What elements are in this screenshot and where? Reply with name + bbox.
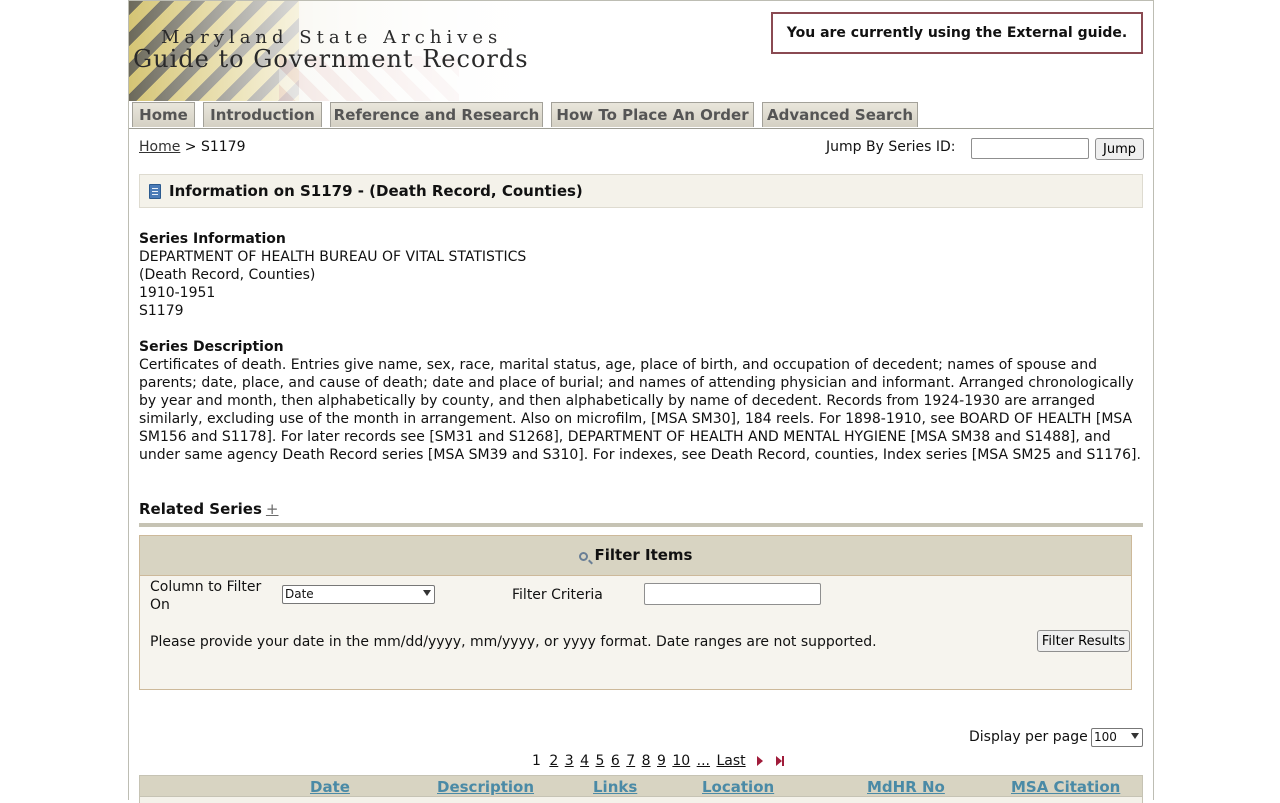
page-container: Maryland State Archives Guide to Governm… [128, 0, 1154, 803]
page-link-7[interactable]: 7 [626, 753, 635, 769]
page-link-3[interactable]: 3 [565, 753, 574, 769]
series-section: Series Information DEPARTMENT OF HEALTH … [139, 230, 1145, 464]
chevron-down-icon [423, 590, 431, 596]
page-last-link[interactable]: Last [716, 753, 745, 769]
display-per-page-label: Display per page [969, 729, 1088, 745]
guide-notice: You are currently using the External gui… [771, 12, 1143, 54]
tab-how-to-place-an-order[interactable]: How To Place An Order [551, 102, 754, 127]
per-page-select[interactable]: 100 [1091, 728, 1143, 747]
header-banner: Maryland State Archives Guide to Governm… [129, 1, 569, 101]
page-link-5[interactable]: 5 [596, 753, 605, 769]
filter-hint: Please provide your date in the mm/dd/yy… [150, 634, 877, 650]
jump-button[interactable]: Jump [1095, 138, 1144, 160]
per-page-value: 100 [1094, 730, 1117, 744]
series-id: S1179 [139, 303, 184, 319]
info-header: Information on S1179 - (Death Record, Co… [139, 174, 1143, 208]
breadcrumb-current: S1179 [200, 139, 246, 155]
filter-header: Filter Items [140, 536, 1131, 576]
tab-advanced-search[interactable]: Advanced Search [762, 102, 918, 127]
page-link-10[interactable]: 10 [672, 753, 690, 769]
brand-title[interactable]: Guide to Government Records [133, 45, 529, 73]
column-header-mdhr-no[interactable]: MdHR No [867, 778, 945, 796]
page-link-8[interactable]: 8 [642, 753, 651, 769]
related-series-label: Related Series [139, 500, 262, 518]
series-agency: DEPARTMENT OF HEALTH BUREAU OF VITAL STA… [139, 249, 527, 265]
column-header-location[interactable]: Location [702, 778, 774, 796]
breadcrumb-home-link[interactable]: Home [139, 139, 180, 155]
info-title: Information on S1179 - (Death Record, Co… [169, 182, 583, 200]
jump-label: Jump By Series ID: [826, 139, 956, 155]
table-header: Date Description Links Location MdHR No … [139, 775, 1143, 797]
filter-panel: Filter Items Column to Filter On Date Fi… [139, 535, 1132, 690]
page-link-4[interactable]: 4 [580, 753, 589, 769]
chevron-down-icon [1131, 733, 1139, 739]
magnifier-icon [578, 552, 588, 561]
series-description-heading: Series Description [139, 339, 284, 355]
last-arrow-icon[interactable] [775, 756, 784, 766]
series-description: Certificates of death. Entries give name… [139, 357, 1141, 463]
filter-criteria-input[interactable] [644, 583, 821, 605]
tab-introduction[interactable]: Introduction [203, 102, 322, 127]
series-dates: 1910-1951 [139, 285, 216, 301]
breadcrumb-separator: > [184, 139, 197, 155]
breadcrumb: Home > S1179 [139, 139, 246, 155]
column-header-links[interactable]: Links [593, 778, 637, 796]
tab-home[interactable]: Home [132, 102, 195, 127]
column-filter-label: Column to Filter On [150, 579, 262, 613]
book-icon [149, 184, 161, 199]
filter-title: Filter Items [594, 546, 693, 564]
page-link-6[interactable]: 6 [611, 753, 620, 769]
column-filter-value: Date [285, 587, 314, 601]
column-header-description[interactable]: Description [437, 778, 534, 796]
column-header-msa-citation[interactable]: MSA Citation [1011, 778, 1120, 796]
filter-results-button[interactable]: Filter Results [1037, 630, 1130, 652]
page-link-2[interactable]: 2 [549, 753, 558, 769]
nav-tabs: Home Introduction Reference and Research… [129, 101, 1153, 129]
filter-criteria-label: Filter Criteria [512, 587, 603, 603]
related-series-toggle[interactable]: + [266, 500, 279, 518]
column-header-date[interactable]: Date [310, 778, 350, 796]
pagination: 1 2 3 4 5 6 7 8 9 10 ... Last [532, 753, 784, 769]
section-divider [139, 523, 1143, 527]
page-current: 1 [532, 753, 541, 769]
jump-series-input[interactable] [971, 138, 1089, 159]
tab-reference-and-research[interactable]: Reference and Research [330, 102, 543, 127]
related-series: Related Series + [139, 500, 279, 518]
series-name: (Death Record, Counties) [139, 267, 316, 283]
page-link-9[interactable]: 9 [657, 753, 666, 769]
series-info-heading: Series Information [139, 231, 286, 247]
column-filter-select[interactable]: Date [282, 585, 435, 604]
table-row [139, 797, 1143, 803]
next-arrow-icon[interactable] [757, 756, 764, 766]
page-ellipsis-link[interactable]: ... [697, 753, 710, 769]
